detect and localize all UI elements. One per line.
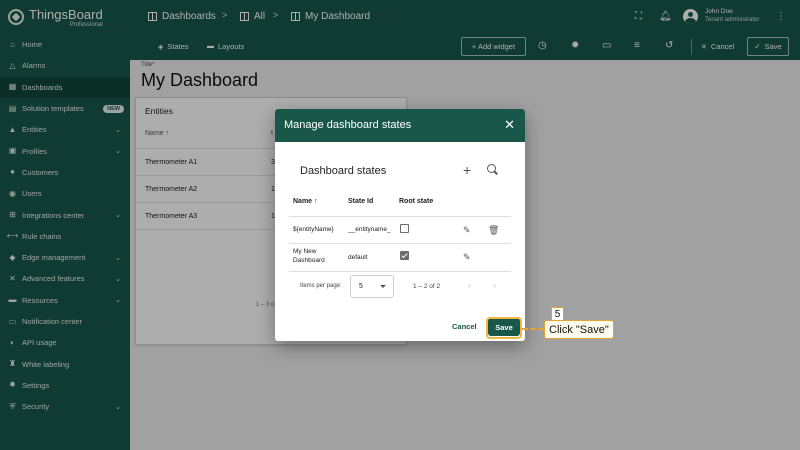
previous-page-icon[interactable]: ‹ bbox=[468, 280, 471, 290]
column-header-state-id[interactable]: State Id bbox=[348, 198, 373, 205]
next-page-icon[interactable]: › bbox=[493, 280, 496, 290]
column-label: Name bbox=[293, 198, 313, 205]
dropdown-arrow-icon bbox=[380, 285, 386, 288]
divider bbox=[289, 216, 511, 217]
dialog-header: Manage dashboard states ✕ bbox=[275, 109, 525, 142]
divider bbox=[289, 271, 511, 272]
state-name: My New Dashboard bbox=[293, 248, 325, 264]
column-header-name[interactable]: Name ↑ bbox=[293, 198, 318, 205]
step-instruction: Click "Save" bbox=[544, 320, 614, 339]
state-id: __entityname_ bbox=[348, 226, 391, 233]
section-title: Dashboard states bbox=[300, 165, 387, 177]
divider bbox=[289, 243, 511, 244]
dialog-cancel-button[interactable]: Cancel bbox=[452, 322, 477, 331]
delete-icon[interactable]: 🗑︎ bbox=[488, 225, 499, 236]
save-highlight bbox=[486, 317, 522, 339]
close-icon[interactable]: ✕ bbox=[504, 117, 515, 133]
column-header-root-state[interactable]: Root state bbox=[399, 198, 433, 205]
state-name: ${entityName} bbox=[293, 226, 334, 233]
annotation-connector bbox=[522, 328, 544, 330]
manage-states-dialog: Manage dashboard states ✕ Dashboard stat… bbox=[275, 109, 525, 341]
edit-icon[interactable]: ✎ bbox=[463, 225, 471, 236]
add-state-icon[interactable]: + bbox=[463, 162, 471, 178]
step-number: 5 bbox=[551, 307, 564, 321]
arrow-up-icon: ↑ bbox=[314, 198, 318, 205]
root-state-checkbox[interactable] bbox=[400, 251, 409, 260]
items-per-page-select[interactable]: 5 bbox=[350, 275, 394, 298]
edit-icon[interactable]: ✎ bbox=[463, 252, 471, 263]
root-state-checkbox[interactable] bbox=[400, 224, 409, 233]
search-icon[interactable] bbox=[487, 164, 496, 173]
items-per-page-value: 5 bbox=[359, 283, 363, 290]
range-label: 1 – 2 of 2 bbox=[413, 283, 441, 290]
dialog-title: Manage dashboard states bbox=[284, 119, 412, 131]
state-id: default bbox=[348, 254, 368, 261]
items-per-page-label: Items per page: bbox=[300, 283, 342, 289]
